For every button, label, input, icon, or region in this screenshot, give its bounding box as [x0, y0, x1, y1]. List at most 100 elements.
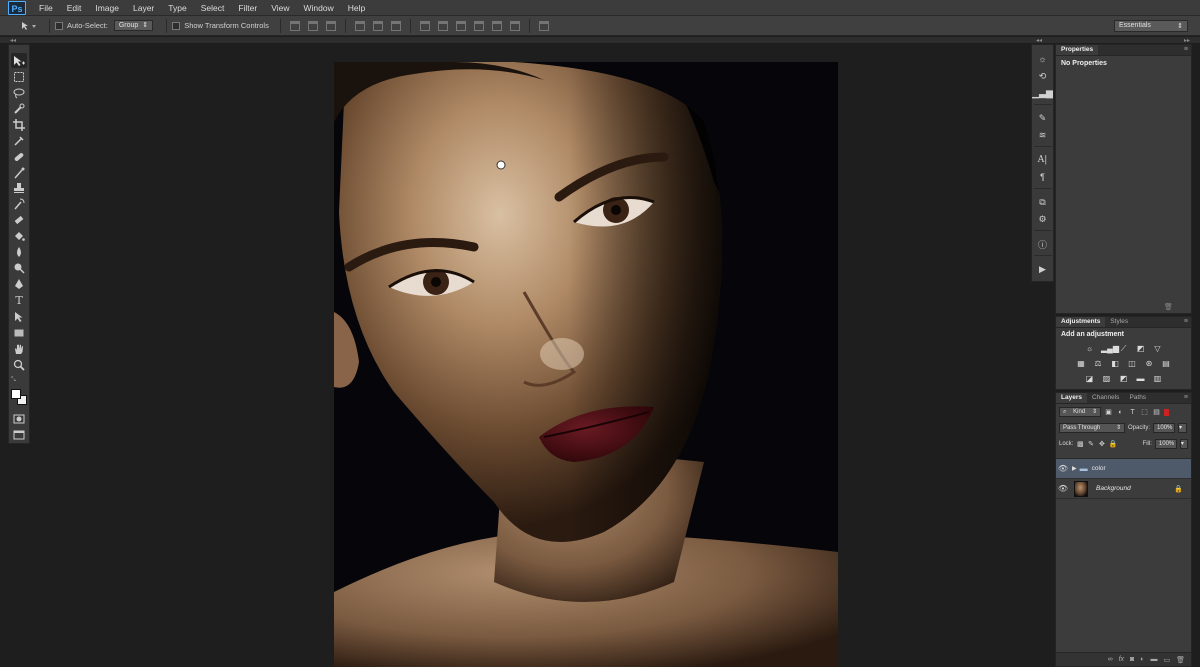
- vibrance-icon[interactable]: ▽: [1152, 344, 1163, 354]
- tab-layers[interactable]: Layers: [1056, 393, 1087, 403]
- quick-select-tool-icon[interactable]: [11, 101, 27, 116]
- marquee-tool-icon[interactable]: [11, 69, 27, 84]
- lock-position-icon[interactable]: ✥: [1098, 440, 1106, 449]
- actions-panel-icon[interactable]: ▶: [1035, 261, 1051, 277]
- crop-tool-icon[interactable]: [11, 117, 27, 132]
- color-balance-icon[interactable]: ⚖: [1093, 359, 1104, 369]
- filter-type-icon[interactable]: T: [1128, 408, 1137, 417]
- menu-type[interactable]: Type: [161, 0, 193, 16]
- transform-controls-checkbox[interactable]: [172, 21, 181, 30]
- trash-icon[interactable]: 🗑: [1164, 303, 1173, 311]
- document-canvas-area[interactable]: [32, 44, 1030, 667]
- align-top-icon[interactable]: [289, 20, 300, 31]
- filter-toggle-icon[interactable]: [1164, 408, 1169, 416]
- lock-transparent-icon[interactable]: ▩: [1076, 440, 1084, 449]
- brush-panel-icon[interactable]: ≋: [1035, 127, 1051, 143]
- brush-presets-icon[interactable]: ✎: [1035, 110, 1051, 126]
- filter-pixel-icon[interactable]: ▣: [1104, 408, 1113, 417]
- paint-bucket-tool-icon[interactable]: [11, 229, 27, 244]
- filter-adjustment-icon[interactable]: ◐: [1116, 408, 1125, 417]
- distribute-right-icon[interactable]: [509, 20, 520, 31]
- link-layers-icon[interactable]: ∞: [1108, 656, 1113, 663]
- distribute-top-icon[interactable]: [419, 20, 430, 31]
- align-hcenter-icon[interactable]: [372, 20, 383, 31]
- distribute-vcenter-icon[interactable]: [437, 20, 448, 31]
- distribute-left-icon[interactable]: [473, 20, 484, 31]
- layer-row[interactable]: 👁 ▶ ▬ color: [1056, 459, 1191, 479]
- tab-properties[interactable]: Properties: [1056, 45, 1099, 55]
- path-selection-tool-icon[interactable]: [11, 309, 27, 324]
- dodge-tool-icon[interactable]: [11, 261, 27, 276]
- color-lookup-icon[interactable]: ▤: [1161, 359, 1172, 369]
- panel-menu-icon[interactable]: ≡: [1184, 317, 1188, 327]
- portrait-photo[interactable]: [334, 62, 838, 667]
- pen-tool-icon[interactable]: [11, 277, 27, 292]
- auto-align-icon[interactable]: [538, 20, 549, 31]
- fill-input[interactable]: 100%: [1154, 439, 1177, 449]
- align-left-icon[interactable]: [354, 20, 365, 31]
- color-swatches[interactable]: [10, 388, 28, 405]
- filter-shape-icon[interactable]: ⬚: [1140, 408, 1149, 417]
- distribute-bottom-icon[interactable]: [455, 20, 466, 31]
- panel-menu-icon[interactable]: ≡: [1184, 393, 1188, 403]
- fill-slider-toggle[interactable]: ▾: [1179, 439, 1188, 449]
- blur-tool-icon[interactable]: [11, 245, 27, 260]
- new-group-icon[interactable]: ▬: [1150, 656, 1157, 663]
- selective-color-icon[interactable]: ▥: [1152, 374, 1163, 384]
- eraser-tool-icon[interactable]: [11, 213, 27, 228]
- menu-help[interactable]: Help: [341, 0, 372, 16]
- photo-filter-icon[interactable]: ◫: [1127, 359, 1138, 369]
- tab-styles[interactable]: Styles: [1105, 317, 1133, 327]
- opacity-slider-toggle[interactable]: ▾: [1178, 423, 1188, 433]
- character-panel-icon[interactable]: A|: [1035, 152, 1051, 168]
- menu-window[interactable]: Window: [296, 0, 340, 16]
- menu-select[interactable]: Select: [194, 0, 232, 16]
- foreground-color[interactable]: [11, 388, 21, 399]
- expand-dock-icon[interactable]: ◂◂: [1036, 37, 1042, 44]
- quick-mask-icon[interactable]: [11, 411, 27, 426]
- menu-filter[interactable]: Filter: [231, 0, 264, 16]
- screen-mode-icon[interactable]: [11, 427, 27, 442]
- eye-icon[interactable]: 👁: [1056, 464, 1070, 473]
- distribute-hcenter-icon[interactable]: [491, 20, 502, 31]
- clone-stamp-tool-icon[interactable]: [11, 181, 27, 196]
- panel-menu-icon[interactable]: ≡: [1184, 45, 1188, 55]
- history-panel-icon[interactable]: ⟲: [1035, 68, 1051, 84]
- history-brush-tool-icon[interactable]: [11, 197, 27, 212]
- eye-icon[interactable]: 👁: [1056, 484, 1070, 493]
- tab-channels[interactable]: Channels: [1087, 393, 1124, 403]
- expand-arrow-icon[interactable]: ▶: [1072, 465, 1077, 472]
- add-mask-icon[interactable]: ◙: [1130, 656, 1134, 663]
- invert-icon[interactable]: ◪: [1084, 374, 1095, 384]
- histogram-panel-icon[interactable]: ▁▃▆: [1032, 85, 1053, 101]
- channel-mixer-icon[interactable]: ⊛: [1144, 359, 1155, 369]
- workspace-switcher[interactable]: Essentials ⇕: [1114, 20, 1188, 32]
- curves-icon[interactable]: ⟋: [1118, 344, 1129, 354]
- brush-tool-icon[interactable]: [11, 165, 27, 180]
- collapse-toolbar-icon[interactable]: ◂◂: [10, 37, 16, 44]
- tool-presets-icon[interactable]: ⚙: [1035, 211, 1051, 227]
- new-layer-icon[interactable]: ▭: [1163, 656, 1170, 664]
- swap-colors-icon[interactable]: ⤡: [11, 377, 16, 384]
- tab-paths[interactable]: Paths: [1124, 393, 1151, 403]
- lock-all-icon[interactable]: 🔒: [1109, 440, 1118, 449]
- layer-filter-select[interactable]: ⌕ Kind ⇕: [1059, 407, 1101, 417]
- zoom-tool-icon[interactable]: [11, 357, 27, 372]
- move-tool-icon[interactable]: [11, 53, 27, 69]
- tab-adjustments[interactable]: Adjustments: [1056, 317, 1106, 327]
- menu-edit[interactable]: Edit: [60, 0, 89, 16]
- opacity-input[interactable]: 100%: [1153, 423, 1176, 433]
- menu-layer[interactable]: Layer: [126, 0, 161, 16]
- hand-tool-icon[interactable]: [11, 341, 27, 356]
- healing-brush-tool-icon[interactable]: [11, 149, 27, 164]
- new-adjustment-icon[interactable]: ◐: [1140, 656, 1144, 663]
- layer-style-icon[interactable]: fx: [1119, 656, 1124, 663]
- adjustments-panel-icon[interactable]: ☼: [1035, 51, 1051, 67]
- align-bottom-icon[interactable]: [325, 20, 336, 31]
- menu-view[interactable]: View: [264, 0, 296, 16]
- hue-saturation-icon[interactable]: ▦: [1076, 359, 1087, 369]
- menu-image[interactable]: Image: [88, 0, 126, 16]
- blend-mode-select[interactable]: Pass Through ⇕: [1059, 423, 1125, 433]
- paragraph-panel-icon[interactable]: ¶: [1035, 169, 1051, 185]
- clone-source-icon[interactable]: ⧉: [1035, 194, 1051, 210]
